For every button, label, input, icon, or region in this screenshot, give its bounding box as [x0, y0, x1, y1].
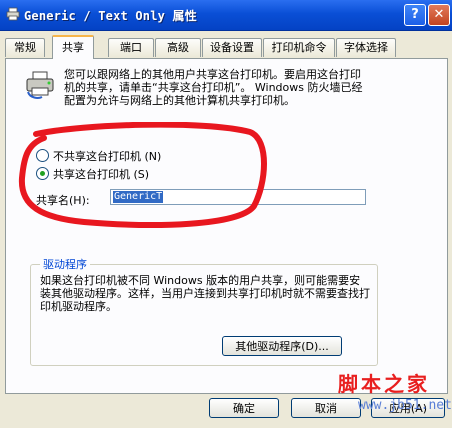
ok-button[interactable]: 确定	[209, 398, 279, 418]
radio-circle[interactable]	[36, 167, 49, 180]
share-name-value: GenericT	[113, 191, 164, 203]
help-button[interactable]: ?	[404, 4, 426, 26]
shared-printer-icon	[26, 71, 54, 99]
tab-advanced[interactable]: 高级	[155, 38, 201, 57]
radio-shared-label: 共享这台打印机 (S)	[53, 168, 150, 181]
share-name-input[interactable]: GenericT	[110, 189, 366, 205]
sharing-description: 您可以跟网络上的其他用户共享这台打印机。要启用这台打印机的共享，请单击“共享这台…	[64, 68, 363, 107]
additional-drivers-button[interactable]: 其他驱动程序(D)...	[222, 336, 342, 356]
close-icon: ✕	[433, 7, 445, 22]
watermark-text: 脚本之家	[338, 372, 430, 396]
radio-shared[interactable]: 共享这台打印机 (S)	[36, 167, 149, 181]
close-button[interactable]: ✕	[428, 4, 450, 26]
site-watermark: 脚本之家 www.jb51.net	[318, 368, 452, 424]
window-title: Generic / Text Only 属性	[24, 9, 197, 23]
printer-icon	[6, 7, 20, 21]
radio-not-shared-label: 不共享这台打印机 (N)	[53, 150, 162, 163]
drivers-group-title: 驱动程序	[40, 256, 90, 272]
tab-font-selection[interactable]: 字体选择	[336, 38, 396, 57]
share-name-label: 共享名(H):	[36, 194, 90, 207]
help-icon: ?	[411, 7, 419, 22]
tab-printer-commands[interactable]: 打印机命令	[263, 38, 335, 57]
radio-selected-dot	[40, 171, 45, 176]
radio-not-shared[interactable]: 不共享这台打印机 (N)	[36, 149, 161, 163]
tab-device-settings[interactable]: 设备设置	[202, 38, 262, 57]
tab-general[interactable]: 常规	[5, 38, 45, 57]
radio-circle[interactable]	[36, 149, 49, 162]
watermark-url: www.jb51.net	[358, 398, 452, 413]
title-bar[interactable]: Generic / Text Only 属性 ? ✕	[0, 0, 452, 31]
tab-ports[interactable]: 端口	[108, 38, 154, 57]
tab-sharing[interactable]: 共享	[52, 35, 94, 59]
drivers-description: 如果这台打印机被不同 Windows 版本的用户共享，则可能需要安装其他驱动程序…	[40, 274, 370, 313]
